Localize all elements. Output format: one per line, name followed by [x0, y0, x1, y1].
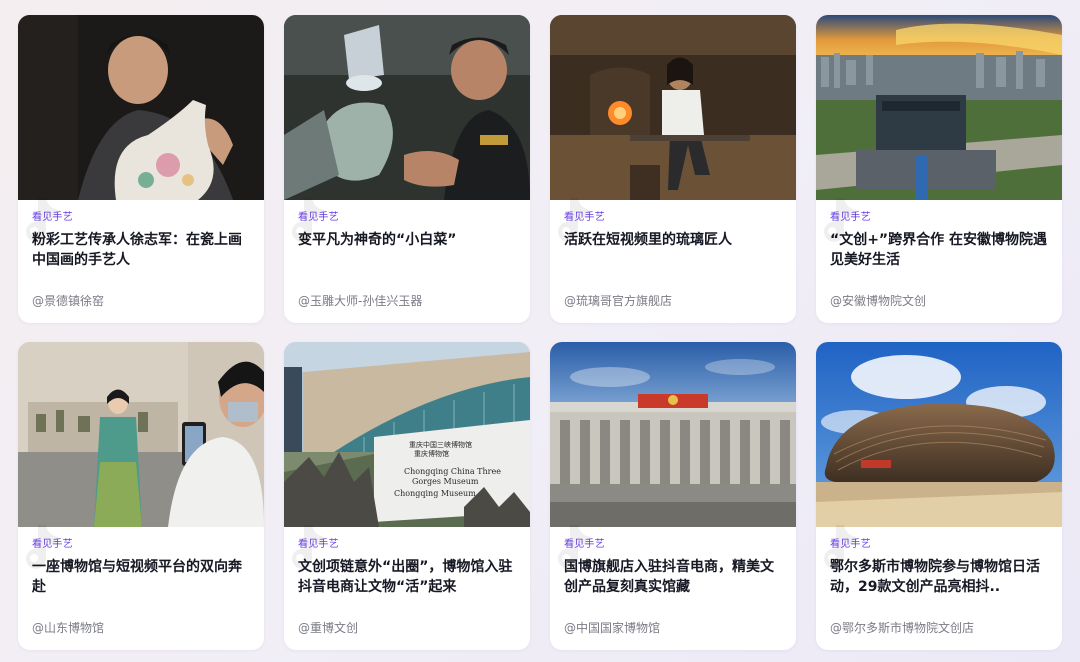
card-title[interactable]: 变平凡为神奇的“小白菜” [298, 230, 517, 270]
card-title[interactable]: 粉彩工艺传承人徐志军：在瓷上画中国画的手艺人 [32, 230, 251, 270]
category-tag: 看见手艺 [298, 212, 339, 223]
music-note-watermark-icon [292, 525, 324, 569]
museum-sign-text: Gorges Museum [412, 477, 479, 486]
music-note-watermark-icon [26, 525, 58, 569]
author-name[interactable]: @山东博物馆 [32, 620, 104, 636]
category-tag: 看见手艺 [32, 212, 73, 223]
card-thumbnail[interactable]: 重庆中国三峡博物馆 重庆博物馆 Chongqing China Three Go… [284, 342, 530, 527]
card-thumbnail[interactable] [816, 342, 1062, 527]
category-tag: 看见手艺 [564, 212, 605, 223]
glass-artisan-image [550, 15, 796, 200]
music-note-watermark-icon [824, 198, 856, 242]
category-tag: 看见手艺 [830, 212, 871, 223]
card-title[interactable]: 活跃在短视频里的琉璃匠人 [564, 230, 783, 270]
category-tag: 看见手艺 [564, 539, 605, 550]
content-card[interactable]: 看见手艺 “文创+”跨界合作 在安徽博物院遇见美好生活 @安徽博物院文创 [816, 15, 1062, 323]
music-note-watermark-icon [292, 198, 324, 242]
card-title[interactable]: 一座博物馆与短视频平台的双向奔赴 [32, 557, 251, 597]
content-card[interactable]: 重庆中国三峡博物馆 重庆博物馆 Chongqing China Three Go… [284, 342, 530, 650]
content-grid: 看见手艺 粉彩工艺传承人徐志军：在瓷上画中国画的手艺人 @景德镇徐窑 看见手艺 … [18, 15, 1062, 650]
jade-carver-image [284, 15, 530, 200]
author-name[interactable]: @安徽博物院文创 [830, 293, 926, 309]
music-note-watermark-icon [558, 525, 590, 569]
music-note-watermark-icon [558, 198, 590, 242]
content-card[interactable]: 看见手艺 活跃在短视频里的琉璃匠人 @琉璃哥官方旗舰店 [550, 15, 796, 323]
music-note-watermark-icon [824, 525, 856, 569]
author-name[interactable]: @景德镇徐窑 [32, 293, 104, 309]
chongqing-museum-image: 重庆中国三峡博物馆 重庆博物馆 Chongqing China Three Go… [284, 342, 530, 527]
museum-sign-text: Chongqing China Three [404, 467, 501, 476]
museum-livestream-image [18, 342, 264, 527]
card-title[interactable]: “文创+”跨界合作 在安徽博物院遇见美好生活 [830, 230, 1049, 270]
category-tag: 看见手艺 [32, 539, 73, 550]
author-name[interactable]: @中国国家博物馆 [564, 620, 660, 636]
card-thumbnail[interactable] [18, 15, 264, 200]
museum-sign-text: Chongqing Museum [394, 489, 476, 498]
card-title[interactable]: 文创项链意外“出圈”，博物馆入驻抖音电商让文物“活”起来 [298, 557, 517, 597]
content-card[interactable]: 看见手艺 鄂尔多斯市博物院参与博物馆日活动，29款文创产品亮相抖.. @鄂尔多斯… [816, 342, 1062, 650]
card-thumbnail[interactable] [18, 342, 264, 527]
category-tag: 看见手艺 [298, 539, 339, 550]
national-museum-image [550, 342, 796, 527]
content-card[interactable]: 看见手艺 粉彩工艺传承人徐志军：在瓷上画中国画的手艺人 @景德镇徐窑 [18, 15, 264, 323]
card-thumbnail[interactable] [550, 342, 796, 527]
author-name[interactable]: @鄂尔多斯市博物院文创店 [830, 620, 974, 636]
content-card[interactable]: 看见手艺 国博旗舰店入驻抖音电商，精美文创产品复刻真实馆藏 @中国国家博物馆 [550, 342, 796, 650]
museum-sign-text: 重庆中国三峡博物馆 [409, 440, 472, 449]
card-title[interactable]: 国博旗舰店入驻抖音电商，精美文创产品复刻真实馆藏 [564, 557, 783, 597]
author-name[interactable]: @琉璃哥官方旗舰店 [564, 293, 672, 309]
museum-sign-text: 重庆博物馆 [414, 449, 449, 458]
card-title[interactable]: 鄂尔多斯市博物院参与博物馆日活动，29款文创产品亮相抖.. [830, 557, 1049, 597]
ordos-museum-image [816, 342, 1062, 527]
anhui-museum-aerial-image [816, 15, 1062, 200]
content-card[interactable]: 看见手艺 变平凡为神奇的“小白菜” @玉雕大师-孙佳兴玉器 [284, 15, 530, 323]
card-thumbnail[interactable] [550, 15, 796, 200]
porcelain-painter-image [18, 15, 264, 200]
author-name[interactable]: @重博文创 [298, 620, 358, 636]
content-card[interactable]: 看见手艺 一座博物馆与短视频平台的双向奔赴 @山东博物馆 [18, 342, 264, 650]
author-name[interactable]: @玉雕大师-孙佳兴玉器 [298, 293, 422, 309]
card-thumbnail[interactable] [284, 15, 530, 200]
music-note-watermark-icon [26, 198, 58, 242]
category-tag: 看见手艺 [830, 539, 871, 550]
card-thumbnail[interactable] [816, 15, 1062, 200]
